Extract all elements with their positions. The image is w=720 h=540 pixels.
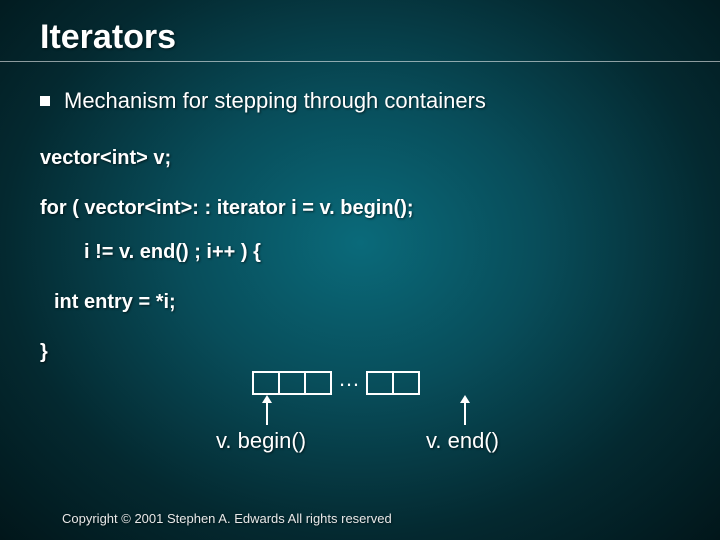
array-cell [304,371,332,395]
bullet-text: Mechanism for stepping through container… [64,88,486,114]
code-block: vector<int> v; for ( vector<int>: : iter… [40,142,684,368]
ellipsis: … [332,366,368,392]
slide: Iterators Mechanism for stepping through… [0,0,720,540]
iterator-diagram: … v. begin() v. end() [180,370,600,480]
arrow-up-icon [266,397,268,425]
array-cell [392,371,420,395]
array-cell [278,371,306,395]
array-cell [252,371,280,395]
begin-label: v. begin() [216,428,306,454]
bullet-square-icon [40,96,50,106]
arrow-up-icon [464,397,466,425]
code-line: for ( vector<int>: : iterator i = v. beg… [40,192,684,224]
boxes-row: … [252,370,420,396]
bullet-item: Mechanism for stepping through container… [40,88,684,114]
title-divider [0,61,720,62]
array-cell [366,371,394,395]
code-line: } [40,336,684,368]
code-line: vector<int> v; [40,142,684,174]
copyright-footer: Copyright © 2001 Stephen A. Edwards All … [62,511,392,526]
code-line: i != v. end() ; i++ ) { [40,236,684,268]
slide-title: Iterators [40,18,684,57]
end-label: v. end() [426,428,499,454]
code-line: int entry = *i; [40,286,684,318]
